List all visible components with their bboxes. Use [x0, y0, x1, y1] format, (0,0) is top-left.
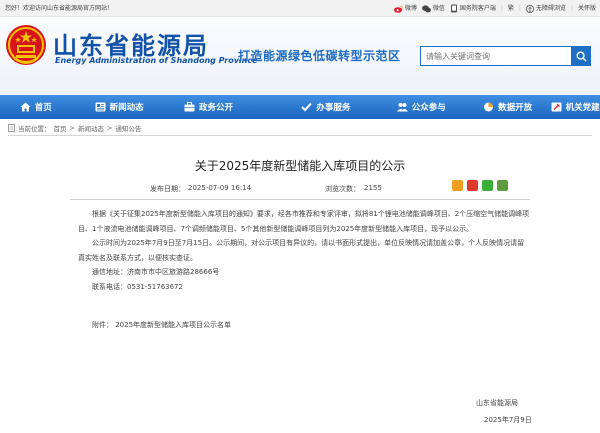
- client-link[interactable]: 国务院客户端: [450, 0, 496, 17]
- breadcrumb: 当前位置： 首页 > 新闻动态 > 通知公告: [8, 121, 141, 135]
- top-links: 微博 微信 国务院客户端 | 繁 | 无障碍浏览 | 关怀版: [393, 0, 596, 17]
- contact-phone: 联系电话：0531-51763672: [92, 282, 183, 291]
- client-label: 国务院客户端: [459, 5, 496, 12]
- briefcase-icon: [184, 102, 195, 112]
- star-icon[interactable]: [452, 180, 463, 191]
- signature-org: 山东省能源局: [476, 399, 518, 407]
- accessibility-label: 无障碍浏览: [535, 5, 566, 12]
- location-icon: [8, 124, 15, 132]
- traditional-chinese-link[interactable]: 繁: [508, 0, 514, 17]
- party-icon: [551, 102, 562, 112]
- search-icon: [575, 50, 587, 62]
- nav-party-label: 机关党建: [565, 103, 600, 113]
- breadcrumb-news[interactable]: 新闻动态: [78, 123, 104, 133]
- nav-home-label: 首页: [34, 103, 52, 113]
- accessibility-icon: [525, 4, 534, 13]
- breadcrumb-notices[interactable]: 通知公告: [115, 123, 141, 133]
- wechat-link[interactable]: 微信: [421, 0, 445, 17]
- nav-services-label: 办事服务: [316, 103, 351, 113]
- accessibility-link[interactable]: 无障碍浏览: [525, 0, 566, 17]
- site-slogan: 打造能源绿色低碳转型示范区: [238, 49, 401, 63]
- client-icon: [450, 4, 457, 13]
- print-icon[interactable]: [497, 180, 508, 191]
- nav-gov-open[interactable]: 政务公开: [167, 95, 250, 119]
- breadcrumb-home[interactable]: 首页: [54, 123, 67, 133]
- nav-open-data[interactable]: 数据开放: [469, 95, 546, 119]
- publish-date-value: 2025-07-09 16:14: [188, 184, 252, 192]
- nav-home[interactable]: 首页: [0, 95, 72, 119]
- site-header: 山东省能源局 Energy Administration of Shandong…: [0, 17, 600, 95]
- weibo-link[interactable]: 微博: [393, 0, 417, 17]
- top-utility-bar: 您好！欢迎访问山东省能源局官方网站！ 微博 微信 国务院客户端 | 繁 | 无障…: [0, 0, 600, 17]
- site-search: [420, 46, 591, 66]
- contact-address: 通信地址：济南市市中区旅游路28666号: [92, 268, 220, 276]
- people-icon: [396, 103, 408, 112]
- search-input[interactable]: [420, 46, 571, 66]
- breadcrumb-prefix: 当前位置：: [18, 125, 51, 133]
- attachment-link[interactable]: 附件： 2025年度新型储能入库项目公示名单: [78, 318, 530, 333]
- breadcrumb-divider: [8, 135, 592, 136]
- weibo-label: 微博: [404, 5, 417, 12]
- nav-participation-label: 公众参与: [411, 103, 446, 113]
- wechat-icon: [421, 4, 431, 12]
- data-icon: [484, 102, 494, 112]
- home-icon: [20, 102, 31, 112]
- service-icon: [301, 102, 313, 112]
- news-icon: [95, 102, 106, 112]
- paragraph-intro: 根据《关于征集2025年度新型储能入库项目的通知》要求，经各市推荐和专家评审，拟…: [78, 210, 530, 233]
- article-title: 关于2025年度新型储能入库项目的公示: [194, 159, 406, 173]
- nav-news[interactable]: 新闻动态: [72, 95, 167, 119]
- site-logo-subtitle: Energy Administration of Shandong Provin…: [55, 56, 258, 65]
- signature-date: 2025年7月9日: [484, 416, 532, 424]
- nav-gov-open-label: 政务公开: [199, 103, 234, 113]
- nav-party[interactable]: 机关党建: [550, 95, 600, 119]
- view-count-label: 浏览次数：: [325, 185, 360, 193]
- article-meta: 发布日期： 2025-07-09 16:14 浏览次数： 2155: [0, 181, 600, 195]
- wechat-label: 微信: [432, 5, 445, 12]
- nav-services[interactable]: 办事服务: [278, 95, 373, 119]
- nav-news-label: 新闻动态: [109, 103, 144, 113]
- view-count-value: 2155: [364, 184, 382, 192]
- wechat-share-icon[interactable]: [482, 180, 493, 191]
- share-tools: [452, 180, 508, 191]
- paragraph-period: 公示时间为2025年7月9日至7月15日。公示期间，对公示项目有异议的，请以书面…: [78, 239, 525, 262]
- search-button[interactable]: [571, 46, 591, 66]
- nav-participation[interactable]: 公众参与: [374, 95, 469, 119]
- article-body: 根据《关于征集2025年度新型储能入库项目的通知》要求，经各市推荐和专家评审，拟…: [78, 207, 530, 333]
- weibo-share-icon[interactable]: [467, 180, 478, 191]
- weibo-icon: [393, 5, 403, 13]
- article-divider: [70, 199, 530, 200]
- care-mode-link[interactable]: 关怀版: [578, 0, 596, 17]
- main-nav: 首页 新闻动态 政务公开 办事服务 公众参与 数据开放 机关党建: [0, 95, 600, 119]
- nav-open-data-label: 数据开放: [498, 103, 533, 113]
- national-emblem-icon: [6, 25, 46, 65]
- welcome-text: 您好！欢迎访问山东省能源局官方网站！: [5, 5, 114, 12]
- publish-date-label: 发布日期：: [150, 185, 185, 193]
- page: 您好！欢迎访问山东省能源局官方网站！ 微博 微信 国务院客户端 | 繁 | 无障…: [0, 0, 600, 433]
